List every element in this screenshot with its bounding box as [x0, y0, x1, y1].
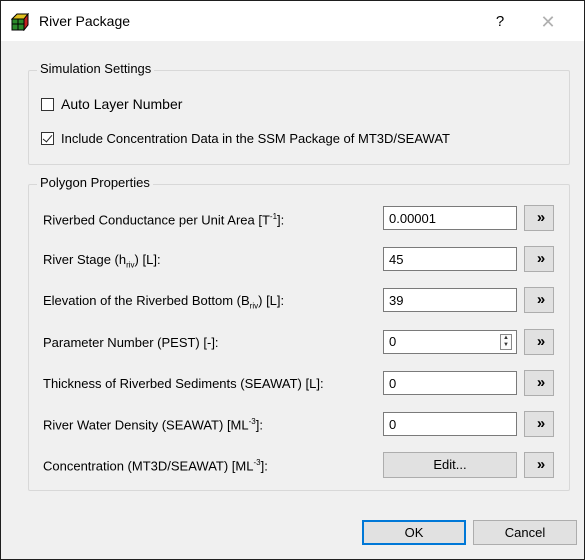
concentration-go-button[interactable]: »: [524, 452, 554, 478]
simulation-settings-title: Simulation Settings: [37, 61, 155, 76]
riverbed-bottom-label: Elevation of the Riverbed Bottom (Briv) …: [43, 293, 285, 311]
riverbed-bottom-go-button[interactable]: »: [524, 287, 554, 313]
close-button[interactable]: ✕: [533, 10, 563, 34]
concentration-label: Concentration (MT3D/SEAWAT) [ML-3]:: [43, 458, 268, 474]
parameter-number-go-button[interactable]: »: [524, 329, 554, 355]
ok-button[interactable]: OK: [362, 520, 466, 545]
include-concentration-label: Include Concentration Data in the SSM Pa…: [61, 131, 450, 146]
auto-layer-number-label: Auto Layer Number: [61, 96, 183, 112]
riverbed-conductance-input[interactable]: [383, 206, 517, 230]
cancel-button[interactable]: Cancel: [473, 520, 577, 545]
spin-arrows-icon[interactable]: ▲ ▼: [500, 334, 512, 350]
water-density-go-button[interactable]: »: [524, 411, 554, 437]
river-stage-input[interactable]: [383, 247, 517, 271]
riverbed-bottom-input[interactable]: [383, 288, 517, 312]
simulation-settings-group: [28, 70, 570, 165]
include-concentration-checkbox[interactable]: Include Concentration Data in the SSM Pa…: [41, 131, 450, 146]
auto-layer-number-box[interactable]: [41, 97, 54, 111]
riverbed-conductance-go-button[interactable]: »: [524, 205, 554, 231]
auto-layer-number-checkbox[interactable]: Auto Layer Number: [41, 96, 182, 112]
water-density-label: River Water Density (SEAWAT) [ML-3]:: [43, 417, 263, 433]
riverbed-conductance-label: Riverbed Conductance per Unit Area [T-1]…: [43, 212, 285, 228]
title-bar: River Package ? ✕: [1, 1, 584, 41]
help-button[interactable]: ?: [485, 10, 515, 34]
river-stage-label: River Stage (hriv) [L]:: [43, 252, 161, 270]
concentration-edit-button[interactable]: Edit...: [383, 452, 517, 478]
sediment-thickness-input[interactable]: [383, 371, 517, 395]
water-density-input[interactable]: [383, 412, 517, 436]
app-icon: [11, 13, 29, 31]
parameter-number-spinbox[interactable]: 0 ▲ ▼: [383, 330, 517, 354]
sediment-thickness-go-button[interactable]: »: [524, 370, 554, 396]
parameter-number-label: Parameter Number (PEST) [-]:: [43, 335, 219, 350]
river-stage-go-button[interactable]: »: [524, 246, 554, 272]
polygon-properties-title: Polygon Properties: [37, 175, 153, 190]
include-concentration-box[interactable]: [41, 132, 54, 145]
parameter-number-value: 0: [389, 334, 397, 349]
sediment-thickness-label: Thickness of Riverbed Sediments (SEAWAT)…: [43, 376, 324, 391]
window-title: River Package: [39, 13, 131, 29]
river-package-dialog: River Package ? ✕ Simulation Settings Au…: [0, 0, 585, 560]
